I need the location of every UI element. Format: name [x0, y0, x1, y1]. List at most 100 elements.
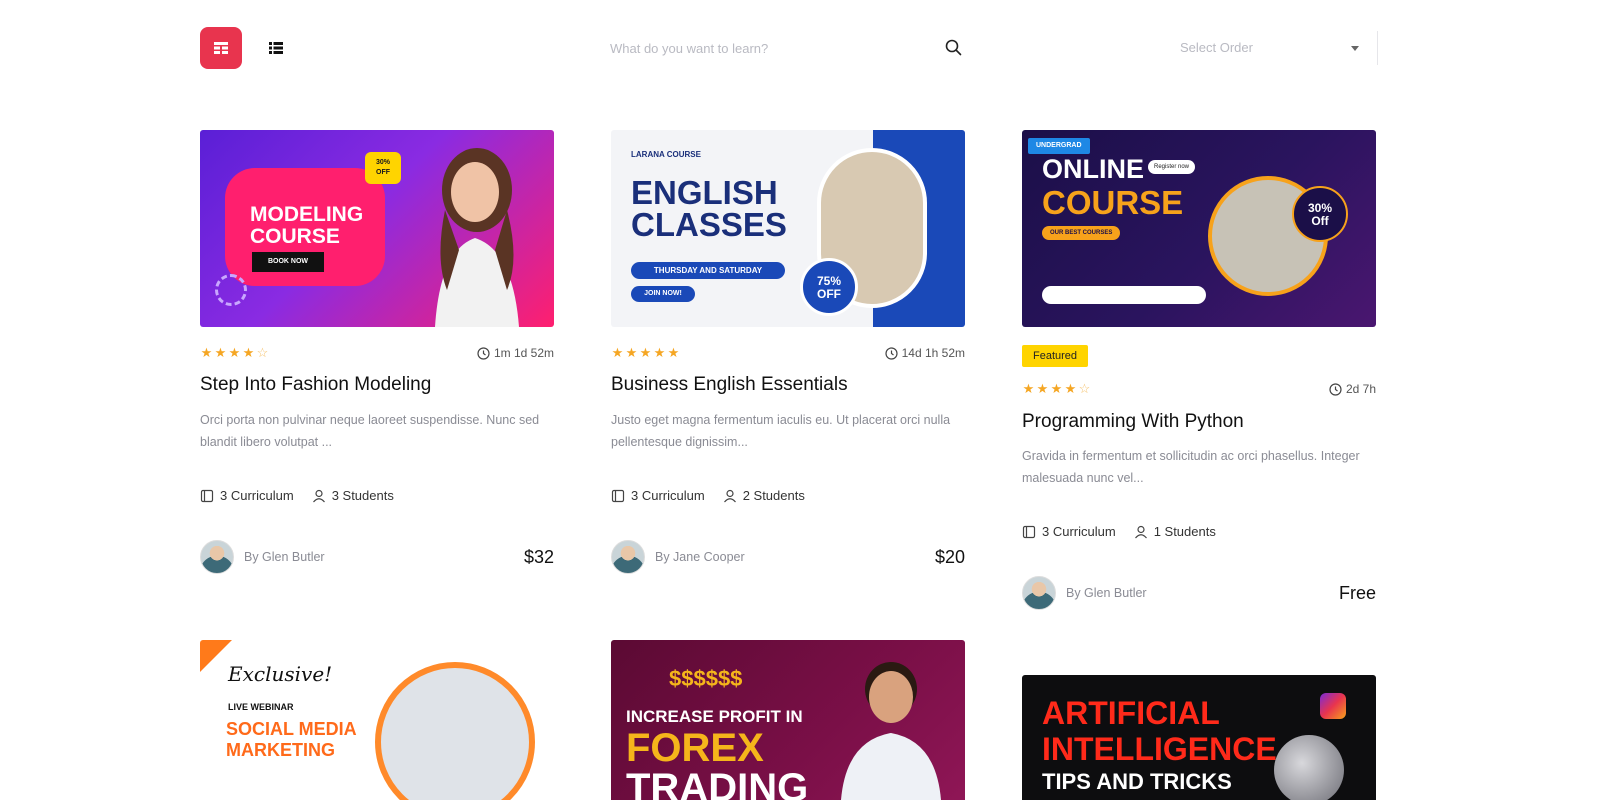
- decor-circle: [215, 274, 247, 306]
- thumb-line1: MODELING: [250, 203, 364, 226]
- discount-label: OFF: [817, 287, 841, 301]
- search-icon[interactable]: [945, 39, 962, 56]
- star-icon: ★: [1036, 381, 1049, 396]
- toolbar: Select Order: [200, 27, 1400, 69]
- course-thumbnail[interactable]: LARANA COURSE ENGLISH CLASSES THURSDAY A…: [611, 130, 965, 327]
- rating-stars: ★ ★ ★ ★ ☆: [200, 345, 269, 361]
- course-price: $32: [523, 546, 554, 567]
- star-icon: ★: [653, 345, 666, 360]
- thumb-line1: ARTIFICIAL: [1042, 695, 1220, 731]
- discount-label: Off: [1311, 214, 1329, 228]
- course-card[interactable]: MODELING COURSE BOOK NOW 30% OFF ★ ★ ★ ★ ☆ 1m…: [200, 130, 554, 580]
- rating-stars: ★ ★ ★ ★ ★: [611, 345, 680, 361]
- user-icon: [1134, 525, 1147, 538]
- thumb-contact-bar: [1042, 286, 1206, 304]
- order-select-value: Select Order: [1180, 40, 1253, 55]
- students-count: 2 Students: [723, 488, 805, 503]
- course-title[interactable]: Programming With Python: [1022, 411, 1244, 433]
- duration: 2d 7h: [1329, 382, 1376, 396]
- course-description: Justo eget magna fermentum iaculis eu. U…: [611, 413, 951, 449]
- star-outline-icon: ☆: [256, 345, 269, 360]
- avatar: [611, 540, 645, 574]
- course-price: $20: [934, 546, 965, 567]
- thumb-line2: COURSE: [250, 225, 340, 248]
- thumb-line1: ONLINE: [1042, 154, 1145, 184]
- thumb-sub: LIVE WEBINAR: [228, 702, 294, 712]
- robot-head: [1274, 735, 1344, 800]
- thumb-best: OUR BEST COURSES: [1042, 226, 1121, 240]
- curriculum-text: 3 Curriculum: [631, 488, 705, 503]
- author-row: By Glen Butler $32: [200, 540, 554, 574]
- author-row: By Glen Butler Free: [1022, 576, 1376, 610]
- thumb-line2: INTELLIGENCE: [1042, 731, 1277, 767]
- course-title[interactable]: Business English Essentials: [611, 374, 848, 396]
- clock-icon: [885, 346, 898, 360]
- search-input[interactable]: [610, 31, 990, 65]
- curriculum-count: 3 Curriculum: [200, 488, 294, 503]
- discount-label: OFF: [376, 169, 390, 176]
- course-thumbnail[interactable]: MODELING COURSE BOOK NOW 30% OFF: [200, 130, 554, 327]
- star-icon: ★: [639, 345, 652, 360]
- star-icon: ★: [228, 345, 241, 360]
- thumb-line3: TIPS AND TRICKS: [1042, 769, 1232, 794]
- students-text: 1 Students: [1153, 524, 1216, 539]
- course-meta: 3 Curriculum 2 Students: [611, 488, 805, 503]
- thumb-line3: TRADING: [626, 766, 809, 800]
- rating-stars: ★ ★ ★ ★ ☆: [1022, 381, 1091, 397]
- course-card[interactable]: ARTIFICIAL INTELLIGENCE TIPS AND TRICKS: [1022, 675, 1376, 800]
- duration-text: 14d 1h 52m: [901, 346, 965, 360]
- thumb-brand: LARANA COURSE: [631, 150, 701, 159]
- user-icon: [312, 489, 325, 502]
- thumb-line2: COURSE: [1042, 184, 1184, 221]
- duration: 1m 1d 52m: [477, 346, 554, 360]
- author[interactable]: By Glen Butler: [1022, 576, 1147, 610]
- book-icon: [200, 489, 214, 502]
- list-view-button[interactable]: [255, 27, 297, 69]
- model-photo: [435, 148, 519, 327]
- thumb-cta: JOIN NOW!: [631, 286, 695, 302]
- duration-text: 1m 1d 52m: [493, 346, 554, 360]
- author[interactable]: By Glen Butler: [200, 540, 325, 574]
- duration-text: 2d 7h: [1345, 382, 1376, 396]
- grid-view-button[interactable]: [200, 27, 242, 69]
- students-text: 3 Students: [331, 488, 394, 503]
- course-thumbnail[interactable]: ARTIFICIAL INTELLIGENCE TIPS AND TRICKS: [1022, 675, 1376, 800]
- grid-icon: [214, 42, 228, 54]
- thumb-discount: 75% OFF: [800, 258, 858, 316]
- discount-value: 75%: [816, 274, 842, 288]
- rating-row: ★ ★ ★ ★ ★ 14d 1h 52m: [611, 344, 965, 362]
- curriculum-count: 3 Curriculum: [1022, 524, 1116, 539]
- user-icon: [723, 489, 736, 502]
- author[interactable]: By Jane Cooper: [611, 540, 745, 574]
- rating-row: ★ ★ ★ ★ ☆ 2d 7h: [1022, 380, 1376, 398]
- course-meta: 3 Curriculum 3 Students: [200, 488, 394, 503]
- course-card[interactable]: UNDERGRAD ONLINE COURSE Register now OUR…: [1022, 130, 1376, 620]
- order-select[interactable]: Select Order: [1180, 31, 1378, 65]
- thumb-tag: UNDERGRAD: [1028, 138, 1090, 154]
- curriculum-text: 3 Curriculum: [220, 488, 294, 503]
- star-outline-icon: ☆: [1078, 381, 1091, 396]
- instagram-icon: [1320, 693, 1346, 719]
- course-card[interactable]: Exclusive! LIVE WEBINAR SOCIAL MEDIA MAR…: [200, 640, 554, 800]
- star-icon: ★: [1050, 381, 1063, 396]
- star-icon: ★: [214, 345, 227, 360]
- course-thumbnail[interactable]: Exclusive! LIVE WEBINAR SOCIAL MEDIA MAR…: [200, 640, 554, 800]
- thumb-line1: INCREASE PROFIT IN: [626, 707, 803, 726]
- course-thumbnail[interactable]: UNDERGRAD ONLINE COURSE Register now OUR…: [1022, 130, 1376, 327]
- course-thumbnail[interactable]: $$$$$$ INCREASE PROFIT IN FOREX TRADING: [611, 640, 965, 800]
- duration: 14d 1h 52m: [885, 346, 965, 360]
- thumb-cta: BOOK NOW: [252, 252, 324, 272]
- rating-row: ★ ★ ★ ★ ☆ 1m 1d 52m: [200, 344, 554, 362]
- course-card[interactable]: $$$$$$ INCREASE PROFIT IN FOREX TRADING: [611, 640, 965, 800]
- thumb-line2: FOREX: [626, 726, 764, 770]
- course-meta: 3 Curriculum 1 Students: [1022, 524, 1216, 539]
- course-price: Free: [1338, 582, 1376, 603]
- thumb-days: THURSDAY AND SATURDAY: [631, 262, 785, 279]
- star-icon: ★: [625, 345, 638, 360]
- thumb-line1: ENGLISH: [631, 174, 778, 211]
- course-title[interactable]: Step Into Fashion Modeling: [200, 374, 431, 396]
- discount-value: 30%: [1307, 201, 1333, 215]
- course-card[interactable]: LARANA COURSE ENGLISH CLASSES THURSDAY A…: [611, 130, 965, 580]
- discount-value: 30%: [375, 159, 390, 166]
- thumb-line2: MARKETING: [226, 740, 335, 760]
